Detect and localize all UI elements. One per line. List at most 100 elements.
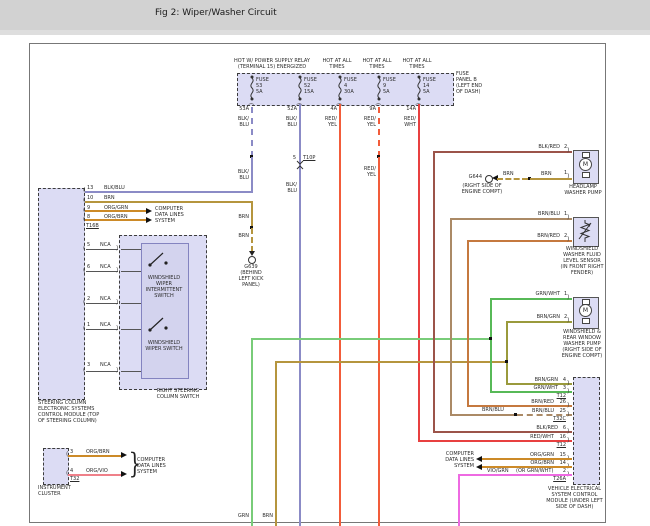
washer-pump-caption: WINDSHIELD & REAR WINDOW WASHER PUMP (RI…: [558, 330, 606, 359]
wire-nca: [121, 329, 141, 330]
pin-connector-icon: [567, 148, 569, 154]
pin-number: 3: [558, 386, 566, 392]
switch-icon: [147, 315, 171, 333]
wire-grn: [251, 338, 491, 340]
diagram-page-border: [29, 43, 606, 523]
wire-label: ORG/BRN: [86, 450, 110, 456]
wire-nca: [86, 371, 118, 372]
inline-connector-icon: [296, 160, 304, 170]
wire-label: BRN/RED: [516, 400, 554, 406]
pin-number: 6: [558, 426, 566, 432]
wire-red-yel: [378, 157, 380, 526]
pin-connector-icon: [83, 268, 85, 274]
wire-label: BLK/RED: [520, 426, 558, 432]
wire-brn: [275, 361, 508, 363]
wire-label: BRN: [236, 215, 249, 221]
motor-icon: M: [579, 158, 592, 171]
wire-brn-blu: [450, 218, 572, 220]
wire-grn: [251, 338, 253, 526]
pin-number: 26: [554, 400, 566, 406]
motor-brush-icon: [582, 172, 590, 178]
header-hot-at-all-times: HOT AT ALL TIMES: [400, 59, 434, 71]
connector-label: T26A: [548, 477, 566, 483]
wire-brn-red: [467, 240, 469, 406]
data-line-arrow-icon: [476, 464, 482, 470]
wire-grn-wht: [490, 298, 572, 300]
wire-nca: [121, 271, 141, 272]
wire-brn-blu: [450, 414, 516, 416]
fuse-pin-id: 52A: [282, 107, 297, 113]
pin-connector-icon: [83, 300, 85, 306]
pin-number: 3: [87, 363, 90, 369]
splice-dot: [505, 360, 508, 363]
wire-org-grn: [85, 210, 146, 212]
pin-connector-icon: [116, 268, 118, 274]
wire-label: BRN/BLU: [482, 408, 504, 414]
pin-connector-icon: [83, 246, 85, 252]
pin-number: 25: [554, 409, 566, 415]
wire-label: BLK/ BLU: [233, 117, 249, 129]
pin-connector-icon: [567, 215, 569, 221]
wire-nca: [121, 249, 141, 250]
connector-label: T12: [552, 443, 566, 449]
switch-icon: [147, 250, 171, 268]
ground-icon: [248, 256, 256, 264]
pin-connector-icon: [374, 103, 380, 105]
wire-nca: [121, 303, 141, 304]
data-line-arrow-icon: [121, 452, 127, 458]
level-sensor-caption: WINDSHIELD WASHER FLUID LEVEL SENSOR (IN…: [559, 247, 605, 276]
fuse-label: FUSE535A: [256, 78, 269, 96]
motor-icon: M: [579, 304, 592, 317]
pin-connector-icon: [116, 326, 118, 332]
data-line-arrow-icon: [146, 208, 152, 214]
wire-vio-grn: [458, 474, 460, 526]
wire-label: BLK/ BLU: [233, 170, 249, 182]
wire-label: BLK/ BLU: [281, 117, 297, 129]
pin-number: 16: [554, 435, 566, 441]
pin-number: 1: [87, 323, 90, 329]
column-switch-caption: RIGHT STEERING COLUMN SWITCH: [147, 389, 209, 401]
fuse-pin-id: 14A: [401, 107, 416, 113]
ground-location: (RIGHT SIDE OF ENGINE COMPT): [461, 184, 503, 196]
computer-data-lines-label: COMPUTER DATA LINES SYSTEM: [137, 458, 173, 476]
wire-red-yel: [378, 107, 380, 157]
data-line-arrow-icon: [121, 471, 127, 477]
wire-org-brn: [482, 466, 572, 468]
splice-dot: [489, 337, 492, 340]
wire-label: BRN: [541, 172, 552, 178]
pin-number: 2: [87, 297, 90, 303]
wire-org-brn: [85, 219, 146, 221]
fuse-pin-id: 9A: [361, 107, 376, 113]
pin-connector-icon: [116, 300, 118, 306]
vecm-box: [573, 377, 600, 485]
title-bar-edge: [0, 30, 650, 35]
fuse-label: FUSE5215A: [304, 78, 317, 96]
connector-label: T16B: [86, 224, 99, 230]
intermittent-switch-label: WINDSHIELD WIPER INTERMITTENT SWITCH: [142, 276, 186, 300]
pin-number: 2: [564, 315, 567, 321]
wire-label: GRN/WHT: [522, 292, 560, 298]
wire-brn-blu: [450, 218, 452, 415]
wire-label: NCA: [100, 323, 111, 329]
connector-label: T32: [70, 477, 79, 483]
wire-label: BRN/GRN: [520, 378, 558, 384]
pin-connector-icon: [567, 438, 569, 444]
pin-number: 13: [87, 186, 93, 192]
instrument-cluster-caption: INSTRUMENT CLUSTER: [38, 486, 82, 498]
data-line-arrow-icon: [146, 217, 152, 223]
wire-brn: [530, 178, 572, 180]
wire-label: NCA: [100, 265, 111, 271]
wire-brn: [497, 178, 528, 180]
connector-label: T10P: [303, 156, 315, 162]
wire-label: BLK/BLU: [104, 186, 125, 192]
wire-label: RED/ YEL: [360, 117, 376, 129]
pin-number: 2: [564, 234, 567, 240]
wire-nca: [121, 371, 141, 372]
pin-number: 1: [564, 171, 567, 177]
fuse-pin-id: 4A: [322, 107, 337, 113]
wire-label: BRN/RED: [522, 234, 560, 240]
connector-pin: 5: [284, 156, 296, 162]
wire-label: RED/ YEL: [321, 117, 337, 129]
wire-nca: [86, 249, 118, 250]
wire-label: BRN/BLU: [522, 212, 560, 218]
